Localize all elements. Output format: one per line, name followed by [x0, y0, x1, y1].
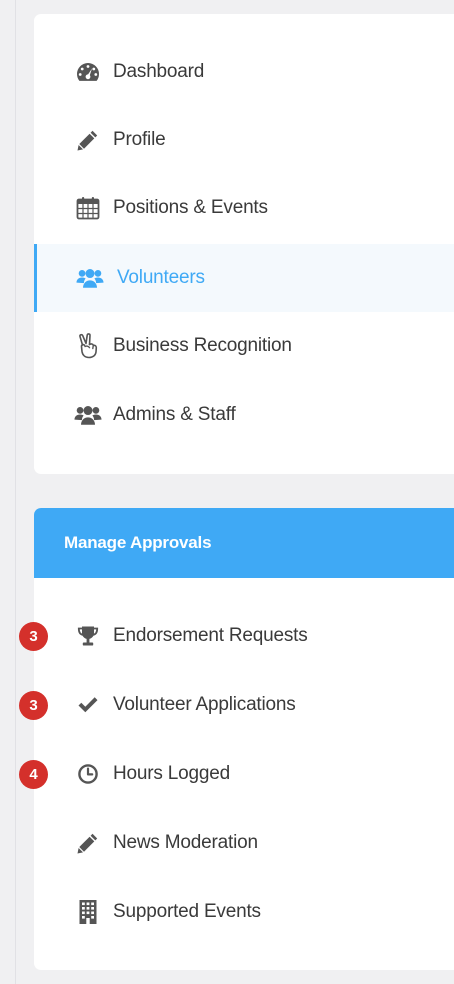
approval-item-endorsement-requests[interactable]: Endorsement Requests — [34, 602, 454, 670]
clock-icon — [74, 760, 102, 788]
approval-item-label: Supported Events — [113, 901, 261, 922]
pencil-icon — [74, 126, 102, 154]
approval-item-label: Volunteer Applications — [113, 694, 296, 715]
nav-item-label: Positions & Events — [113, 197, 268, 218]
pencil-icon — [74, 829, 102, 857]
peace-hand-icon — [74, 332, 102, 360]
users-group-icon — [74, 401, 102, 429]
approval-item-label: News Moderation — [113, 832, 258, 853]
approval-item-label: Endorsement Requests — [113, 625, 308, 646]
nav-item-admins-staff[interactable]: Admins & Staff — [34, 381, 454, 449]
page-edge-line — [15, 0, 16, 984]
volunteer-applications-count-badge: 3 — [19, 691, 48, 720]
approval-item-hours-logged[interactable]: Hours Logged — [34, 740, 454, 808]
calendar-icon — [74, 194, 102, 222]
endorsement-requests-count-badge: 3 — [19, 622, 48, 651]
approval-item-news-moderation[interactable]: News Moderation — [34, 809, 454, 877]
checkmark-icon — [74, 691, 102, 719]
dashboard-gauge-icon — [74, 58, 102, 86]
nav-item-label: Dashboard — [113, 61, 205, 82]
users-group-icon — [76, 264, 104, 292]
nav-item-profile[interactable]: Profile — [34, 106, 454, 174]
nav-item-label: Business Recognition — [113, 335, 292, 356]
nav-item-business-recognition[interactable]: Business Recognition — [34, 312, 454, 380]
manage-approvals-header: Manage Approvals — [34, 508, 454, 578]
building-icon — [74, 898, 102, 926]
nav-item-dashboard[interactable]: Dashboard — [34, 38, 454, 106]
approval-item-supported-events[interactable]: Supported Events — [34, 878, 454, 946]
manage-approvals-card: Manage Approvals Endorsement Requests Vo… — [34, 508, 454, 970]
nav-item-label: Profile — [113, 129, 166, 150]
approval-item-label: Hours Logged — [113, 763, 230, 784]
main-nav-card: Dashboard Profile Positions & Events Vol… — [34, 14, 454, 474]
hours-logged-count-badge: 4 — [19, 760, 48, 789]
nav-item-volunteers[interactable]: Volunteers — [34, 244, 454, 312]
trophy-icon — [74, 622, 102, 650]
nav-item-label: Admins & Staff — [113, 404, 236, 425]
nav-item-positions-events[interactable]: Positions & Events — [34, 174, 454, 242]
nav-item-label: Volunteers — [117, 267, 205, 288]
approval-item-volunteer-applications[interactable]: Volunteer Applications — [34, 671, 454, 739]
